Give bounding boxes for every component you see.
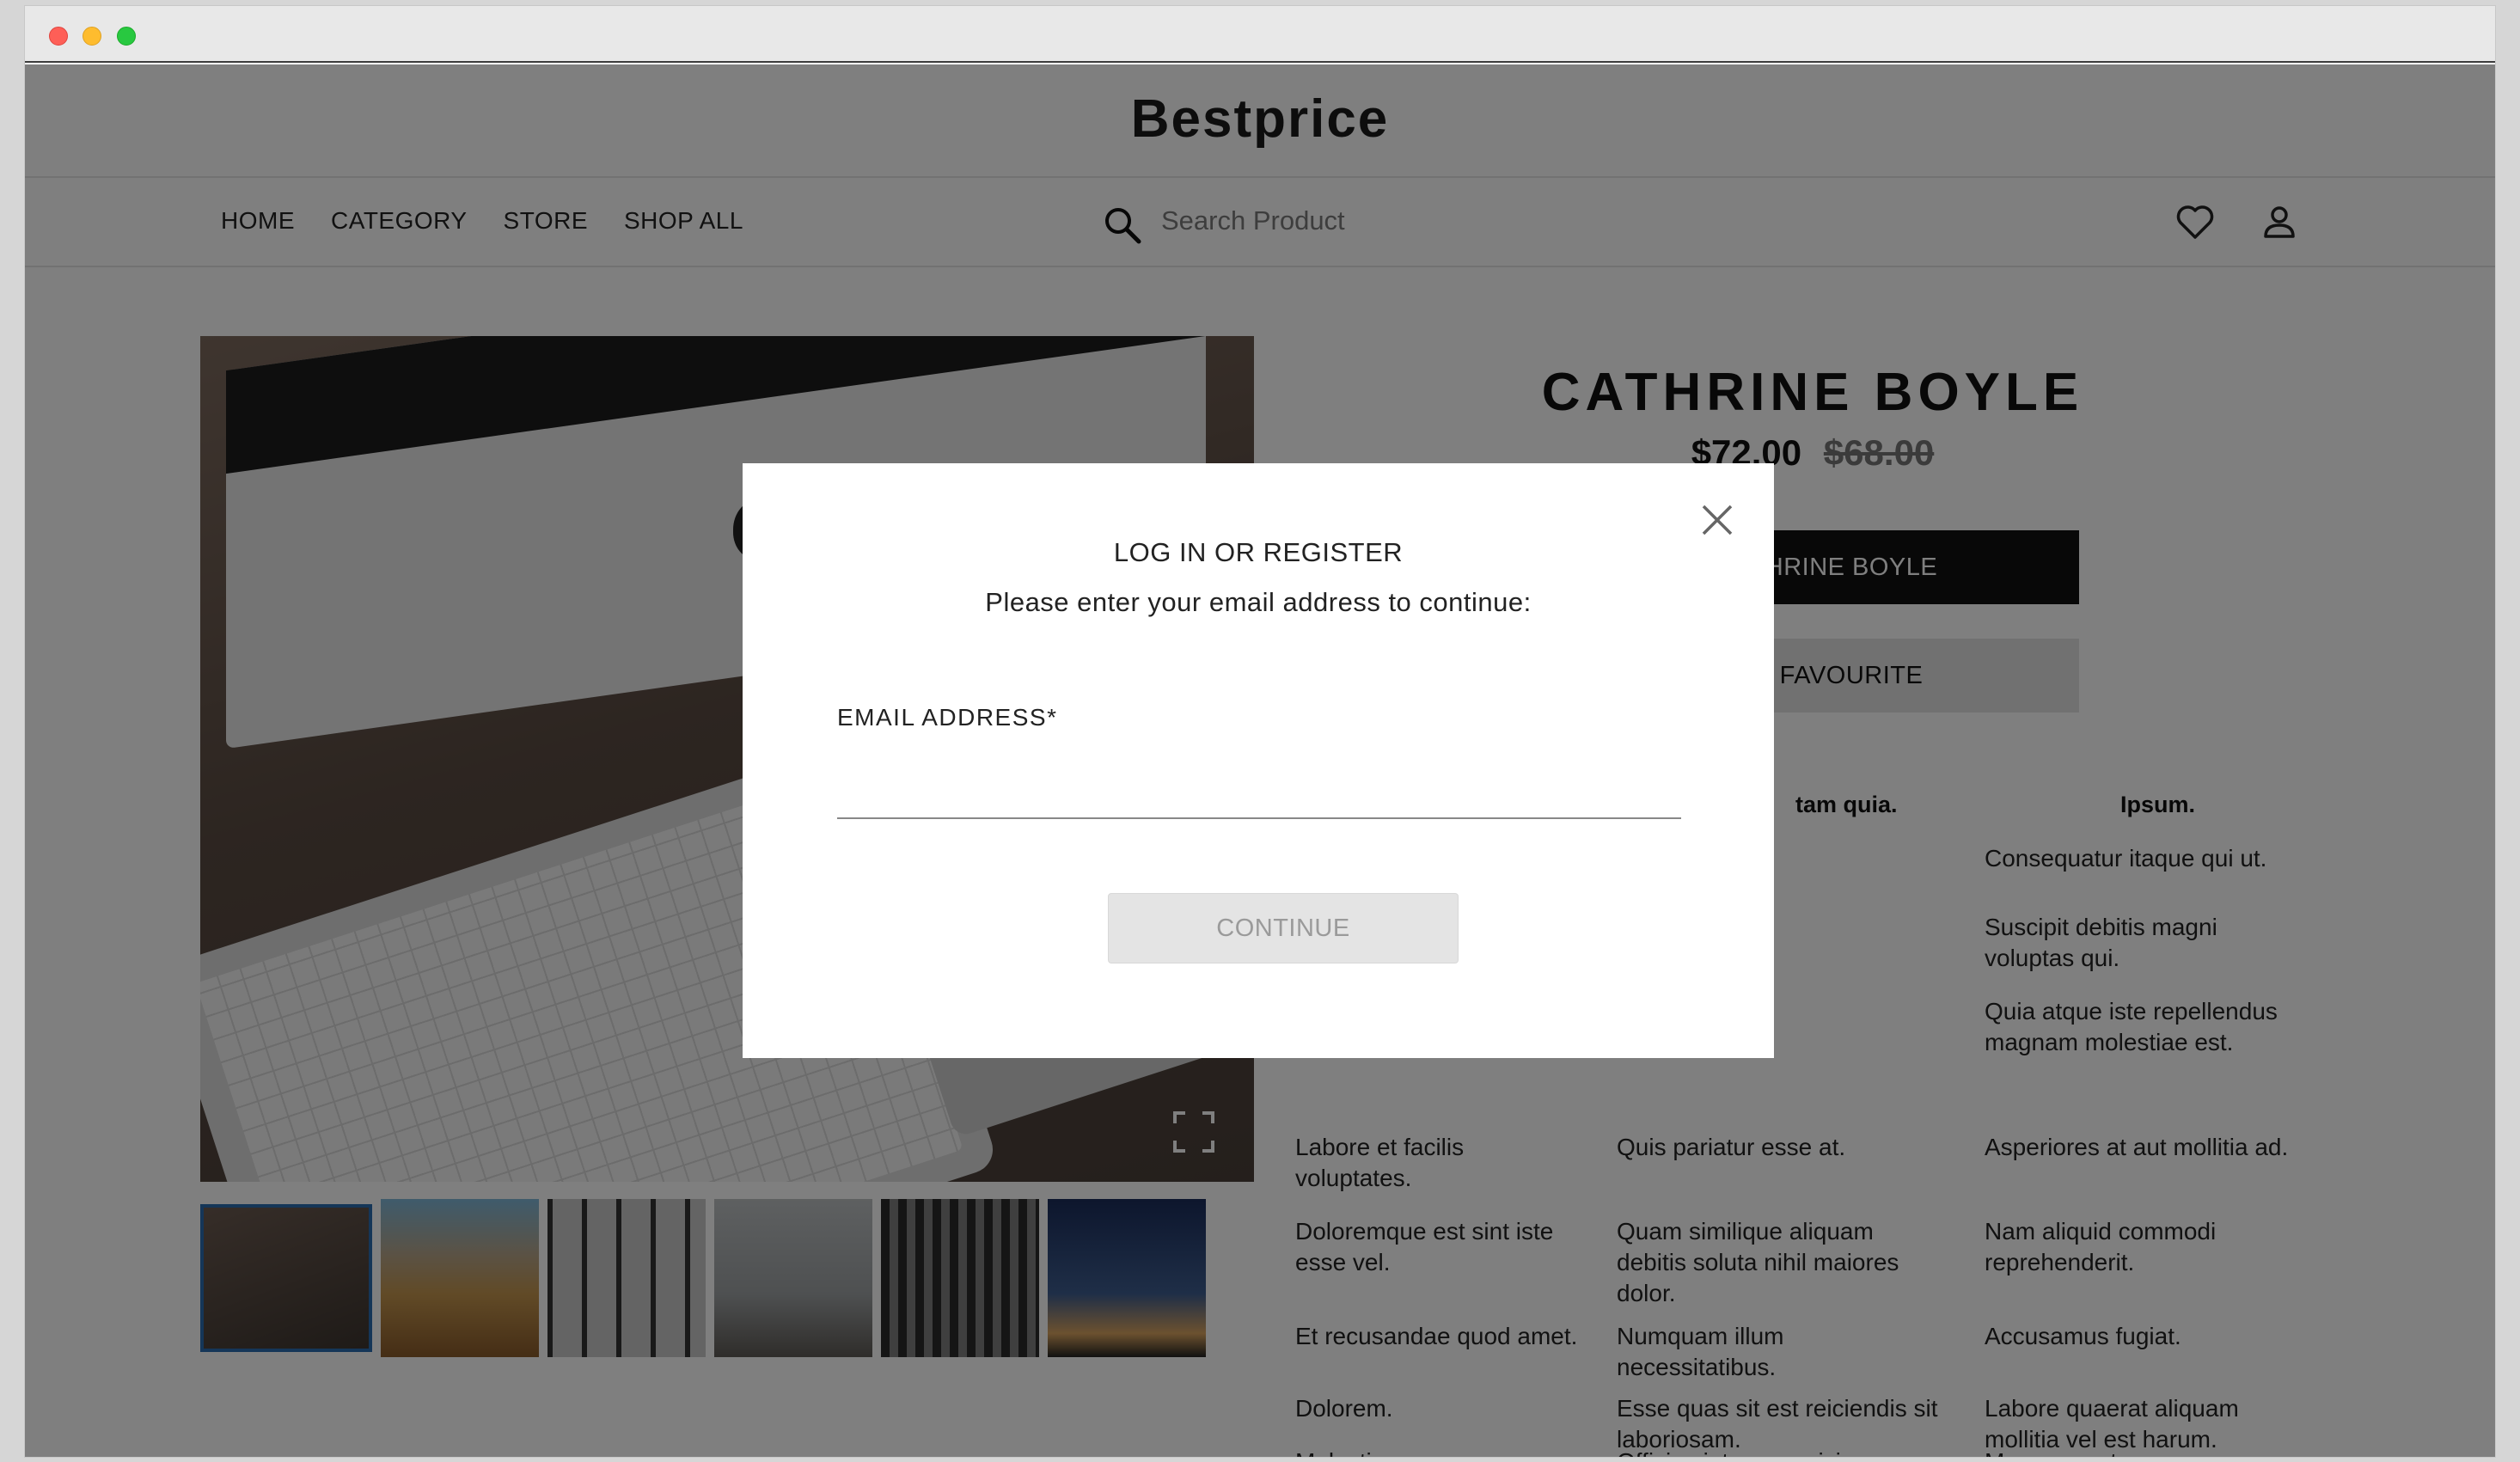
continue-button[interactable]: CONTINUE [1108,893,1459,963]
modal-subtitle: Please enter your email address to conti… [985,587,1532,617]
close-icon[interactable] [1698,501,1736,539]
window-titlebar [25,6,2495,63]
email-field[interactable] [837,747,1681,819]
maximize-window-button[interactable] [117,27,136,46]
email-field-label: EMAIL ADDRESS* [837,704,1058,731]
login-modal: LOG IN OR REGISTER Please enter your ema… [743,463,1774,1058]
minimize-window-button[interactable] [83,27,101,46]
close-window-button[interactable] [49,27,68,46]
browser-window: Bestprice HOME CATEGORY STORE SHOP ALL [24,5,2496,1458]
modal-title: LOG IN OR REGISTER [1113,537,1404,567]
